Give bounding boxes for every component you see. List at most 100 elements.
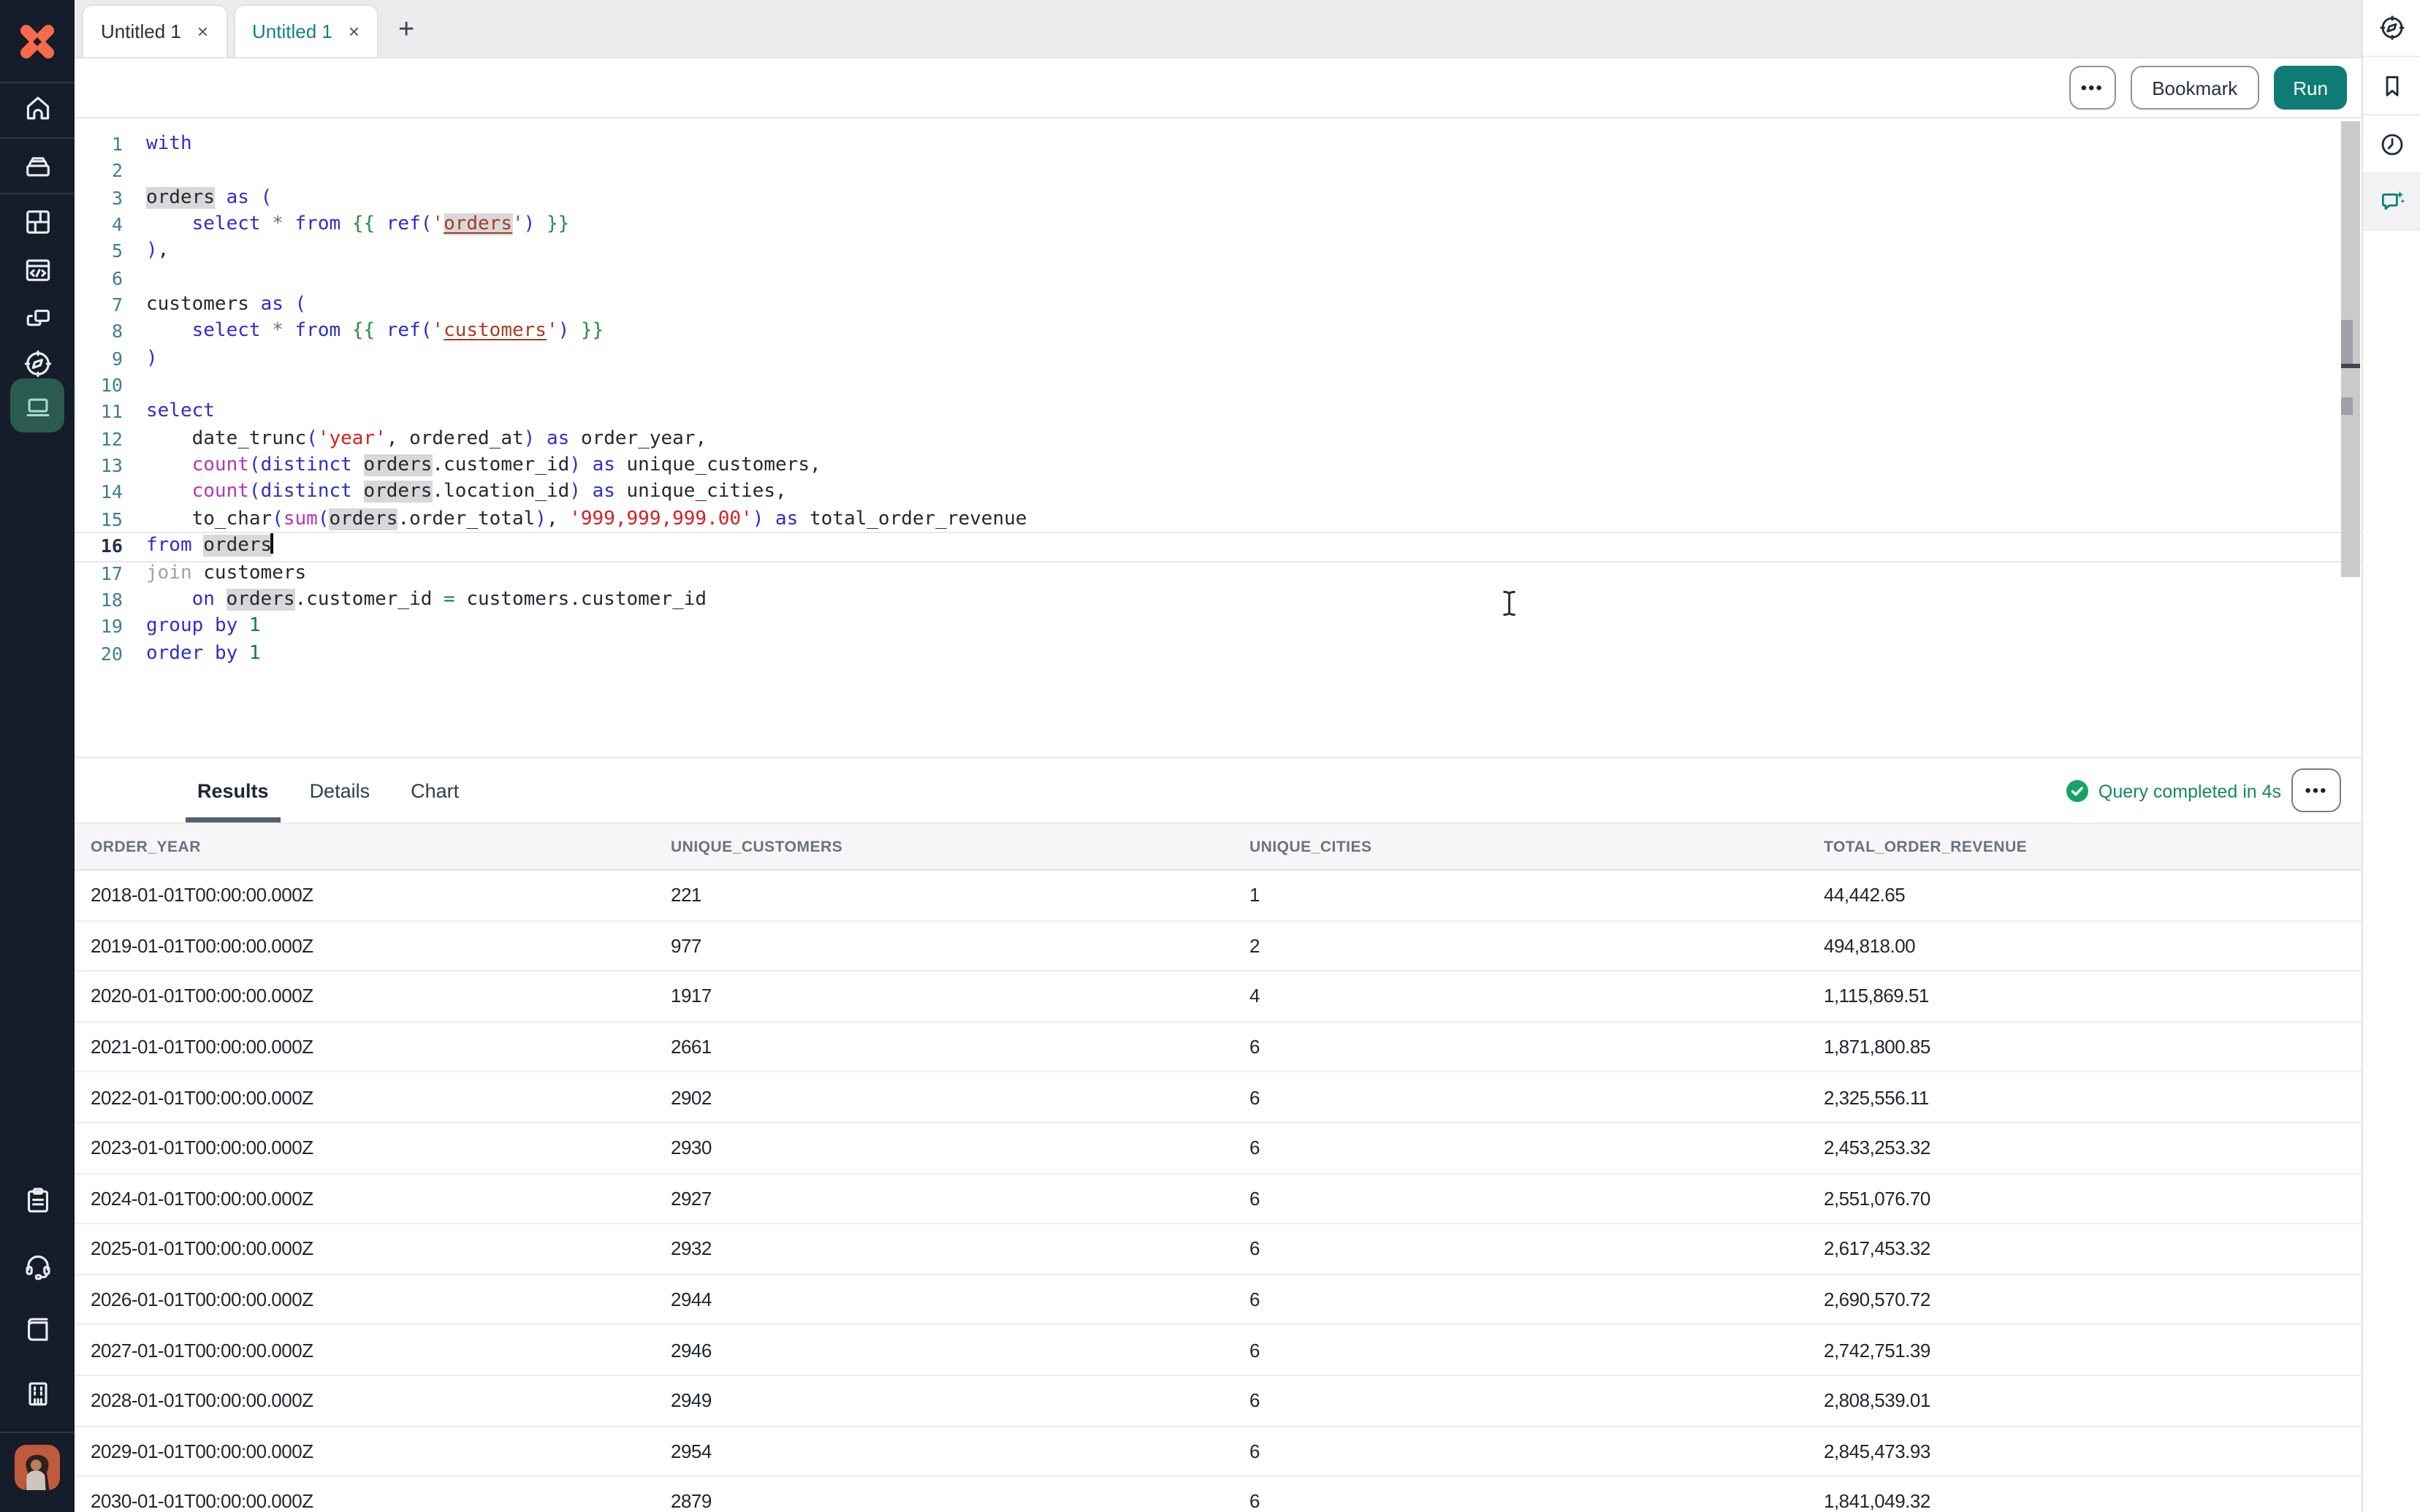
query-status-text: Query completed in 4s xyxy=(2099,781,2281,801)
code-text: with xyxy=(146,131,192,159)
tab-close-icon[interactable]: × xyxy=(349,20,359,42)
table-cell: 6 xyxy=(1249,1137,1824,1159)
code-line[interactable]: 13 count(distinct orders.customer_id) as… xyxy=(75,453,2362,480)
editor-scrollbar-thumb[interactable] xyxy=(2341,320,2353,365)
editor-scrollbar-mark xyxy=(2341,397,2353,415)
code-lines: 1 with23orders as (4 select * from {{ ref… xyxy=(75,131,2362,668)
line-number: 17 xyxy=(75,560,123,587)
run-button[interactable]: Run xyxy=(2274,66,2347,110)
results-tab-results[interactable]: Results xyxy=(186,758,281,822)
code-text: select * from {{ ref('orders') }} xyxy=(146,212,569,239)
line-number: 11 xyxy=(75,400,123,427)
table-row[interactable]: 2027-01-01T00:00:00.000Z294662,742,751.3… xyxy=(75,1326,2362,1376)
code-line[interactable]: 7customers as ( xyxy=(75,292,2362,319)
code-text: from orders xyxy=(146,533,272,560)
code-line[interactable]: 14 count(distinct orders.location_id) as… xyxy=(75,480,2362,507)
results-more-button[interactable]: ••• xyxy=(2291,768,2341,812)
line-number: 1 xyxy=(75,131,123,159)
table-row[interactable]: 2025-01-01T00:00:00.000Z293262,617,453.3… xyxy=(75,1224,2362,1275)
code-line[interactable]: 19group by 1 xyxy=(75,614,2362,641)
table-row[interactable]: 2020-01-01T00:00:00.000Z191741,115,869.5… xyxy=(75,971,2362,1022)
table-row[interactable]: 2028-01-01T00:00:00.000Z294962,808,539.0… xyxy=(75,1376,2362,1427)
sidebar-support-icon[interactable] xyxy=(0,1237,75,1293)
table-cell: 2,453,253.32 xyxy=(1824,1137,2362,1159)
code-line[interactable]: 6 xyxy=(75,265,2362,292)
panel-ai-assistant-icon[interactable] xyxy=(2363,174,2420,231)
line-number: 12 xyxy=(75,427,123,454)
sidebar-components-icon[interactable] xyxy=(0,194,75,250)
table-row[interactable]: 2019-01-01T00:00:00.000Z9772494,818.00 xyxy=(75,921,2362,971)
line-number: 19 xyxy=(75,614,123,641)
code-line[interactable]: 12 date_trunc('year', ordered_at) as ord… xyxy=(75,427,2362,454)
code-line[interactable]: 2 xyxy=(75,159,2362,186)
table-row[interactable]: 2021-01-01T00:00:00.000Z266161,871,800.8… xyxy=(75,1023,2362,1073)
sidebar-notebook-icon[interactable] xyxy=(10,378,64,432)
tab-close-icon[interactable]: × xyxy=(197,20,208,42)
table-row[interactable]: 2022-01-01T00:00:00.000Z290262,325,556.1… xyxy=(75,1073,2362,1123)
more-options-button[interactable]: ••• xyxy=(2069,66,2115,110)
tab-bar: Untitled 1×Untitled 1× + xyxy=(75,0,2362,58)
line-number: 4 xyxy=(75,212,123,239)
sidebar-docs-icon[interactable] xyxy=(0,1302,75,1357)
panel-explore-icon[interactable] xyxy=(2363,0,2420,57)
column-header[interactable]: UNIQUE_CITIES xyxy=(1249,838,1824,855)
panel-bookmarks-icon[interactable] xyxy=(2363,57,2420,115)
table-cell: 2 xyxy=(1249,935,1824,957)
table-cell: 2,551,076.70 xyxy=(1824,1188,2362,1210)
column-header[interactable]: TOTAL_ORDER_REVENUE xyxy=(1824,838,2362,855)
table-body: 2018-01-01T00:00:00.000Z221144,442.65201… xyxy=(75,871,2362,1512)
panel-history-icon[interactable] xyxy=(2363,115,2420,174)
code-line[interactable]: 20order by 1 xyxy=(75,641,2362,668)
table-row[interactable]: 2018-01-01T00:00:00.000Z221144,442.65 xyxy=(75,871,2362,921)
results-tab-chart[interactable]: Chart xyxy=(399,758,471,822)
table-cell: 2902 xyxy=(671,1086,1249,1108)
code-line[interactable]: 17join customers xyxy=(75,560,2362,587)
code-line[interactable]: 5), xyxy=(75,239,2362,266)
code-line[interactable]: 8 select * from {{ ref('customers') }} xyxy=(75,319,2362,346)
table-cell: 6 xyxy=(1249,1288,1824,1310)
sidebar-home-icon[interactable] xyxy=(0,80,75,136)
sql-editor[interactable]: 1 with23orders as (4 select * from {{ ref… xyxy=(75,118,2362,758)
hex-logo[interactable] xyxy=(0,12,75,70)
editor-tab[interactable]: Untitled 1× xyxy=(233,4,378,57)
user-avatar[interactable] xyxy=(15,1445,60,1490)
column-header[interactable]: ORDER_YEAR xyxy=(91,838,671,855)
code-line[interactable]: 9) xyxy=(75,346,2362,373)
table-cell: 2932 xyxy=(671,1238,1249,1260)
code-line[interactable]: 10 xyxy=(75,373,2362,400)
column-header[interactable]: UNIQUE_CUSTOMERS xyxy=(671,838,1249,855)
line-number: 13 xyxy=(75,453,123,480)
hex-logo-icon xyxy=(12,15,63,66)
table-cell: 6 xyxy=(1249,1036,1824,1058)
code-line[interactable]: 18 on orders.customer_id = customers.cus… xyxy=(75,587,2362,614)
table-cell: 2879 xyxy=(671,1491,1249,1512)
code-line[interactable]: 3orders as ( xyxy=(75,185,2362,212)
sidebar-changelog-icon[interactable] xyxy=(0,1173,75,1229)
editor-scrollbar-cursor-mark xyxy=(2341,364,2360,368)
table-cell: 6 xyxy=(1249,1086,1824,1108)
table-row[interactable]: 2023-01-01T00:00:00.000Z293062,453,253.3… xyxy=(75,1123,2362,1174)
results-tab-list: Results Details Chart xyxy=(186,758,471,822)
code-line[interactable]: 1 with xyxy=(75,131,2362,159)
table-cell: 2949 xyxy=(671,1389,1249,1411)
new-tab-button[interactable]: + xyxy=(384,4,428,57)
editor-tab[interactable]: Untitled 1× xyxy=(82,4,227,57)
bookmark-button[interactable]: Bookmark xyxy=(2130,66,2259,110)
table-cell: 2026-01-01T00:00:00.000Z xyxy=(91,1288,671,1310)
code-line[interactable]: 15 to_char(sum(orders.order_total), '999… xyxy=(75,507,2362,534)
code-line[interactable]: 16from orders xyxy=(75,533,2362,560)
code-text: count(distinct orders.customer_id) as un… xyxy=(146,453,821,480)
table-cell: 2,325,556.11 xyxy=(1824,1086,2362,1108)
sidebar-collections-icon[interactable] xyxy=(0,137,75,193)
table-row[interactable]: 2029-01-01T00:00:00.000Z295462,845,473.9… xyxy=(75,1427,2362,1477)
success-check-icon xyxy=(2066,780,2088,802)
table-row[interactable]: 2024-01-01T00:00:00.000Z292762,551,076.7… xyxy=(75,1174,2362,1224)
results-tab-details[interactable]: Details xyxy=(298,758,382,822)
table-cell: 2020-01-01T00:00:00.000Z xyxy=(91,985,671,1007)
table-row[interactable]: 2026-01-01T00:00:00.000Z294462,690,570.7… xyxy=(75,1275,2362,1326)
code-line[interactable]: 11select xyxy=(75,400,2362,427)
sidebar-organization-icon[interactable] xyxy=(0,1366,75,1421)
table-row[interactable]: 2030-01-01T00:00:00.000Z287961,841,049.3… xyxy=(75,1477,2362,1512)
table-cell: 2023-01-01T00:00:00.000Z xyxy=(91,1137,671,1159)
code-line[interactable]: 4 select * from {{ ref('orders') }} xyxy=(75,212,2362,239)
